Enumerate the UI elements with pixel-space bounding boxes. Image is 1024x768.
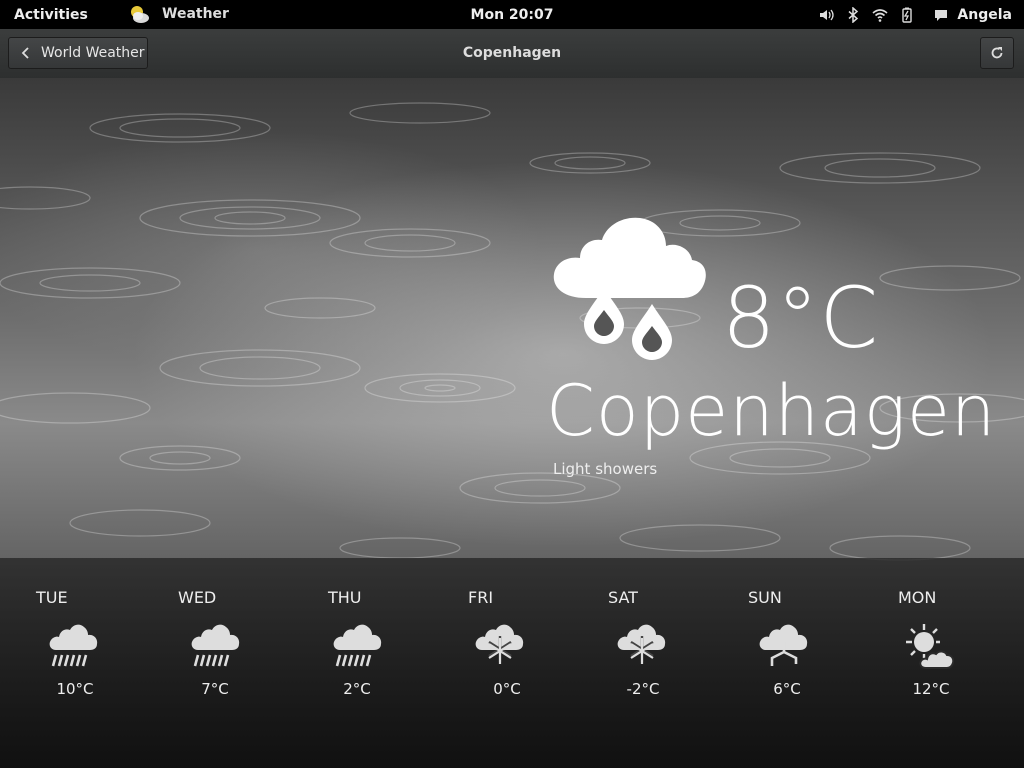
forecast-day-name: MON [898,588,937,607]
current-temperature: 8°C [722,269,880,367]
clock[interactable]: Mon 20:07 [471,7,554,23]
app-menu[interactable]: Weather [128,3,229,25]
weather-app-icon [131,6,149,23]
volume-icon[interactable] [818,7,835,23]
refresh-icon [991,47,1003,59]
chevron-left-icon [21,47,29,59]
cloud-rain-icon [49,624,98,667]
forecast-temperature: 6°C [773,680,801,698]
forecast-temperature: 2°C [343,680,371,698]
weather-view: 8°C Copenhagen Light showers TUE 10°C WE… [0,78,1024,768]
user-name[interactable]: Angela [957,7,1012,23]
city-name: Copenhagen [546,370,997,452]
forecast-day-name: FRI [468,588,494,607]
forecast-temperature: 7°C [201,680,229,698]
cloud-snow-icon [475,624,524,664]
forecast-day-name: WED [178,588,217,607]
forecast-temperature: 10°C [56,680,94,698]
forecast-temperature: 0°C [493,680,521,698]
cloud-rain-icon [333,624,382,667]
forecast-day-name: SAT [608,588,638,607]
wifi-icon[interactable] [872,7,888,23]
forecast-day-name: SUN [748,588,782,607]
forecast-temperature: -2°C [626,680,660,698]
forecast-temperature: 12°C [912,680,950,698]
forecast-strip: TUE 10°C WED 7°C THU 2°C FRI 0°C SAT -2°… [0,558,1024,768]
forecast-day-name: TUE [36,588,68,607]
cloud-rain-icon [191,624,240,667]
battery-icon[interactable] [899,7,915,23]
top-bar: Activities Weather Mon 20:07 Angela [0,0,1024,29]
status-area[interactable]: Angela [807,4,1012,26]
app-name: Weather [162,6,229,22]
forecast-day: MON 12°C [898,558,1018,758]
forecast-day: TUE 10°C [36,558,156,758]
header-bar: World Weather Copenhagen [0,29,1024,79]
forecast-day-name: THU [328,588,362,607]
cloud-storm-icon [759,624,808,666]
forecast-day: SAT -2°C [608,558,728,758]
back-button-label: World Weather [41,45,145,61]
bluetooth-icon[interactable] [845,7,861,23]
forecast-day: FRI 0°C [468,558,588,758]
sun-cloud-icon [906,624,954,669]
chat-icon[interactable] [933,7,949,23]
forecast-day: THU 2°C [328,558,448,758]
cloud-snow-icon [617,624,666,664]
back-button[interactable]: World Weather [8,37,148,69]
forecast-day: SUN 6°C [748,558,868,758]
cloud-rain-drops-icon [553,217,706,360]
activities-button[interactable]: Activities [14,7,88,23]
current-condition: Light showers [553,460,658,478]
header-title: Copenhagen [462,45,562,61]
refresh-button[interactable] [980,37,1014,69]
forecast-day: WED 7°C [178,558,298,758]
